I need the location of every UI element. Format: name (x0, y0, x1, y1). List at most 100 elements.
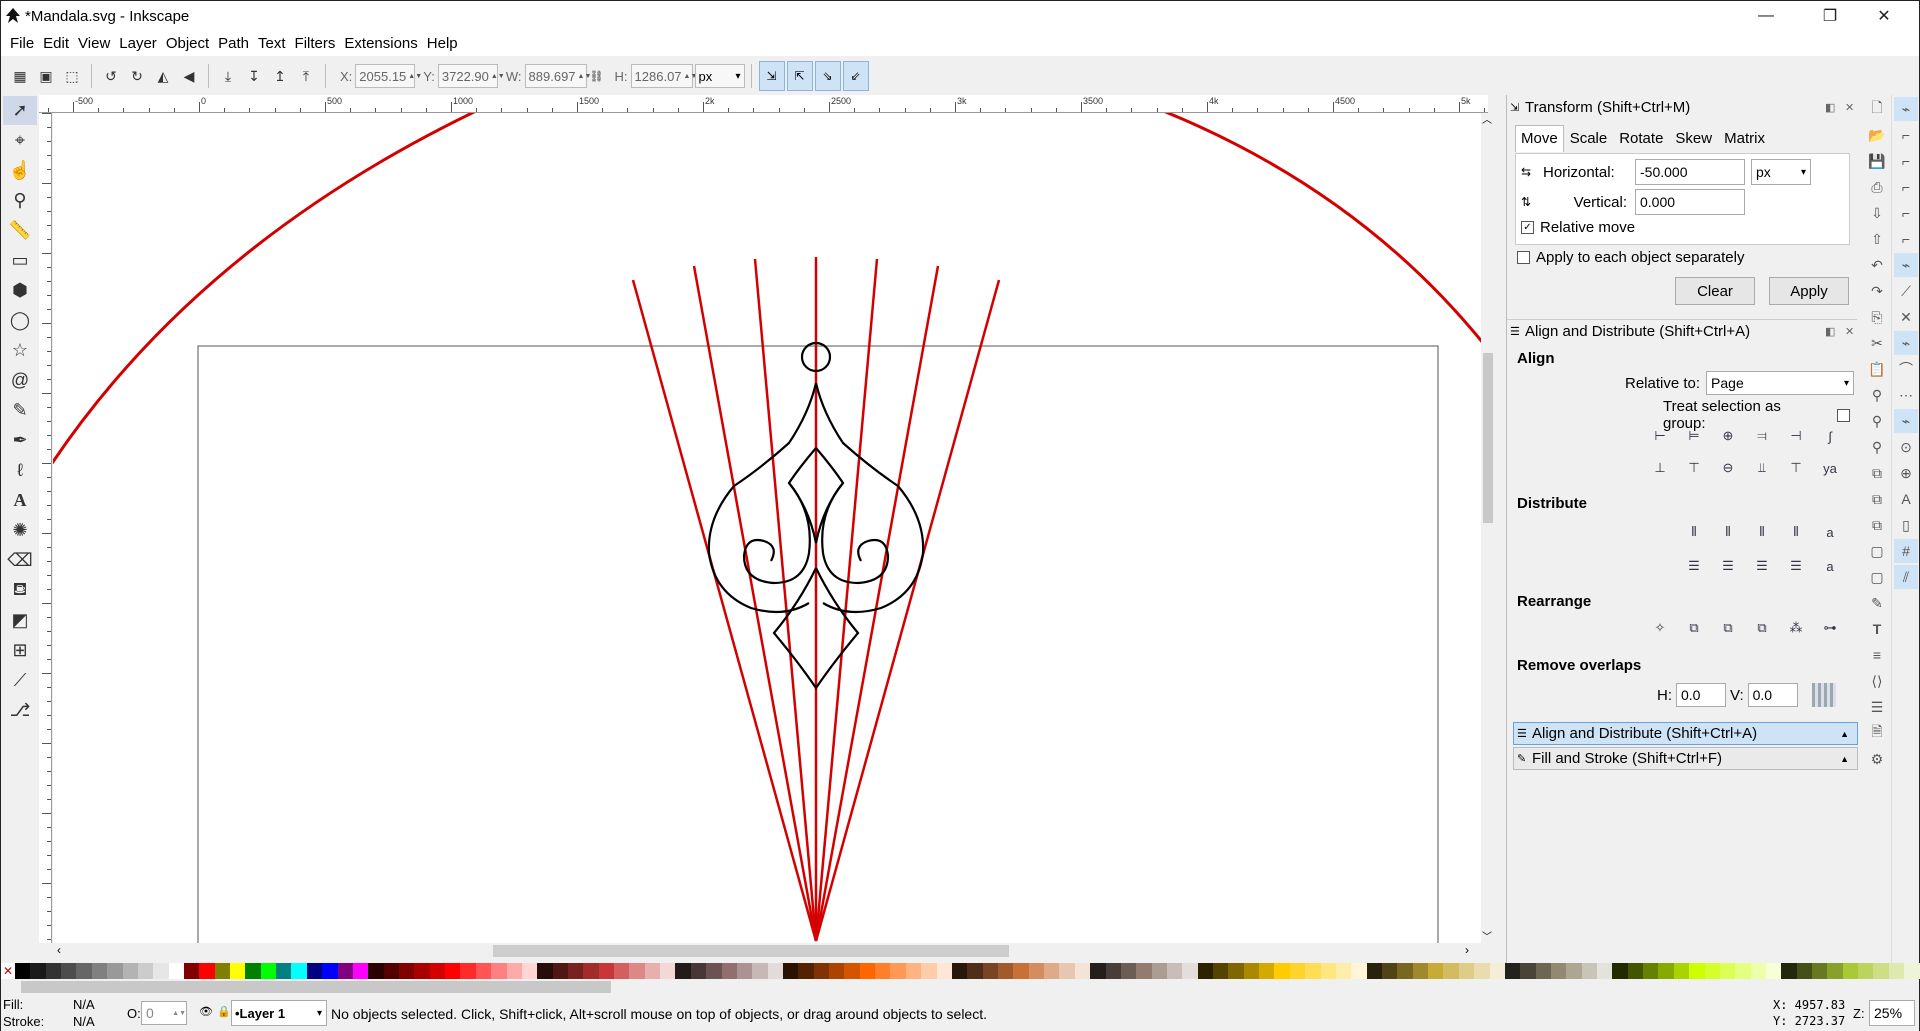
calligraphy-tool-icon[interactable]: ℓ (3, 456, 37, 485)
color-swatch[interactable] (1612, 963, 1628, 979)
distribute-centers-h-icon[interactable]: ⫴ (1715, 519, 1741, 545)
align-bottom-to-top-icon[interactable]: ⊥ (1647, 455, 1673, 481)
color-swatch[interactable] (1335, 963, 1352, 979)
relative-move-row[interactable]: ✓ Relative move (1521, 219, 1635, 236)
rotate-ccw-icon[interactable]: ↺ (99, 64, 123, 88)
unclump-icon[interactable]: ⊶ (1817, 615, 1843, 641)
color-swatch[interactable] (752, 963, 768, 979)
y-input[interactable]: 3722.90 ▲▼ (437, 64, 505, 88)
center-vertical-axis-icon[interactable]: ⊕ (1715, 423, 1741, 449)
lock-ratio-icon[interactable]: ⛓ (588, 64, 606, 88)
transform-patterns-icon[interactable]: ⇙ (842, 61, 869, 91)
menu-view[interactable]: View (78, 35, 110, 52)
snap-text-baseline-icon[interactable]: A (1894, 487, 1918, 511)
menu-extensions[interactable]: Extensions (344, 35, 417, 52)
color-palette[interactable]: ✕ (1, 963, 1920, 979)
duplicate-icon[interactable]: ⧉ (1865, 461, 1889, 485)
color-swatch[interactable] (521, 963, 538, 979)
exchange-clockwise-icon[interactable]: ⧉ (1749, 615, 1775, 641)
pencil-tool-icon[interactable]: ✎ (3, 396, 37, 425)
color-swatch[interactable] (936, 963, 952, 979)
color-swatch[interactable] (1842, 963, 1859, 979)
save-icon[interactable]: 💾 (1865, 149, 1889, 173)
color-swatch[interactable] (122, 963, 138, 979)
pen-tool-icon[interactable]: ✒ (3, 426, 37, 455)
color-swatch[interactable] (1658, 963, 1674, 979)
zoom-tool-icon[interactable]: ⚲ (3, 186, 37, 215)
dropper-tool-icon[interactable]: ⟋ (3, 666, 37, 695)
zoom-drawing-icon[interactable]: ⚲ (1865, 409, 1889, 433)
w-input[interactable]: 889.697 ▲▼ (524, 64, 591, 88)
color-swatch[interactable] (1243, 963, 1260, 979)
color-swatch[interactable] (1750, 963, 1766, 979)
color-swatch[interactable] (798, 963, 814, 979)
color-swatch[interactable] (567, 963, 584, 979)
color-swatch[interactable] (1888, 963, 1905, 979)
color-swatch[interactable] (168, 963, 184, 979)
document-properties-icon[interactable]: 🗎 (1865, 721, 1889, 745)
color-swatch[interactable] (1305, 963, 1321, 979)
color-swatch[interactable] (1535, 963, 1551, 979)
color-swatch[interactable] (30, 963, 46, 979)
color-swatch[interactable] (1719, 963, 1736, 979)
layer-select[interactable]: •Layer 1 ▾ (231, 1000, 327, 1026)
clear-button[interactable]: Clear (1675, 277, 1755, 305)
snap-rotation-center-icon[interactable]: ⊕ (1894, 461, 1918, 485)
tab-scale[interactable]: Scale (1564, 125, 1614, 152)
color-swatch[interactable] (352, 963, 369, 979)
overlap-h-input[interactable]: 0.0 (1676, 683, 1726, 707)
color-swatch[interactable] (629, 963, 645, 979)
color-swatch[interactable] (1136, 963, 1152, 979)
distribute-left-edges-icon[interactable]: ⫴ (1681, 519, 1707, 545)
menu-file[interactable]: File (10, 35, 34, 52)
color-swatch[interactable] (1904, 963, 1920, 979)
scroll-down-icon[interactable]: ﹀ (1481, 928, 1493, 943)
color-swatch[interactable] (1627, 963, 1644, 979)
color-swatch[interactable] (767, 963, 783, 979)
color-swatch[interactable] (1289, 963, 1306, 979)
connector-tool-icon[interactable]: ⎇ (3, 696, 37, 725)
color-swatch[interactable] (445, 963, 461, 979)
color-swatch[interactable] (1765, 963, 1782, 979)
color-swatch[interactable] (1044, 963, 1060, 979)
color-swatch[interactable] (1873, 963, 1889, 979)
color-swatch[interactable] (1320, 963, 1336, 979)
color-swatch[interactable] (491, 963, 507, 979)
color-swatch[interactable] (1381, 963, 1398, 979)
color-swatch[interactable] (1858, 963, 1874, 979)
ellipse-tool-icon[interactable]: ◯ (3, 306, 37, 335)
color-swatch[interactable] (1812, 963, 1828, 979)
align-top-edges-icon[interactable]: ⊤ (1681, 455, 1707, 481)
color-swatch[interactable] (1090, 963, 1106, 979)
vertical-scroll-thumb[interactable] (1483, 353, 1493, 523)
drawing-canvas[interactable] (53, 113, 1481, 943)
raise-to-top-icon[interactable]: ⤒ (294, 64, 318, 88)
color-swatch[interactable] (322, 963, 338, 979)
box-3d-tool-icon[interactable]: ⬢ (3, 276, 37, 305)
color-swatch[interactable] (368, 963, 384, 979)
color-swatch[interactable] (1228, 963, 1244, 979)
export-icon[interactable]: ⇧ (1865, 227, 1889, 251)
color-swatch[interactable] (460, 963, 476, 979)
color-swatch[interactable] (1827, 963, 1843, 979)
no-paint-swatch-icon[interactable]: ✕ (1, 963, 15, 979)
color-swatch[interactable] (1489, 963, 1505, 979)
tab-rotate[interactable]: Rotate (1613, 125, 1669, 152)
color-swatch[interactable] (1120, 963, 1137, 979)
color-swatch[interactable] (1597, 963, 1613, 979)
color-swatch[interactable] (1151, 963, 1167, 979)
menu-help[interactable]: Help (427, 35, 458, 52)
snap-guide-icon[interactable]: ⫽ (1894, 565, 1918, 589)
palette-scrollbar[interactable] (1, 979, 1919, 995)
color-swatch[interactable] (506, 963, 522, 979)
color-swatch[interactable] (183, 963, 200, 979)
align-bottom-edges-icon[interactable]: ⫫ (1749, 455, 1775, 481)
copy-icon[interactable]: ⎘ (1865, 305, 1889, 329)
color-swatch[interactable] (429, 963, 446, 979)
measure-tool-icon[interactable]: 📏 (3, 216, 37, 245)
color-swatch[interactable] (1166, 963, 1183, 979)
spiral-tool-icon[interactable]: @ (3, 366, 37, 395)
snap-object-center-icon[interactable]: ⊙ (1894, 435, 1918, 459)
snap-cusp-icon[interactable]: ⌁ (1894, 331, 1918, 355)
color-swatch[interactable] (337, 963, 353, 979)
